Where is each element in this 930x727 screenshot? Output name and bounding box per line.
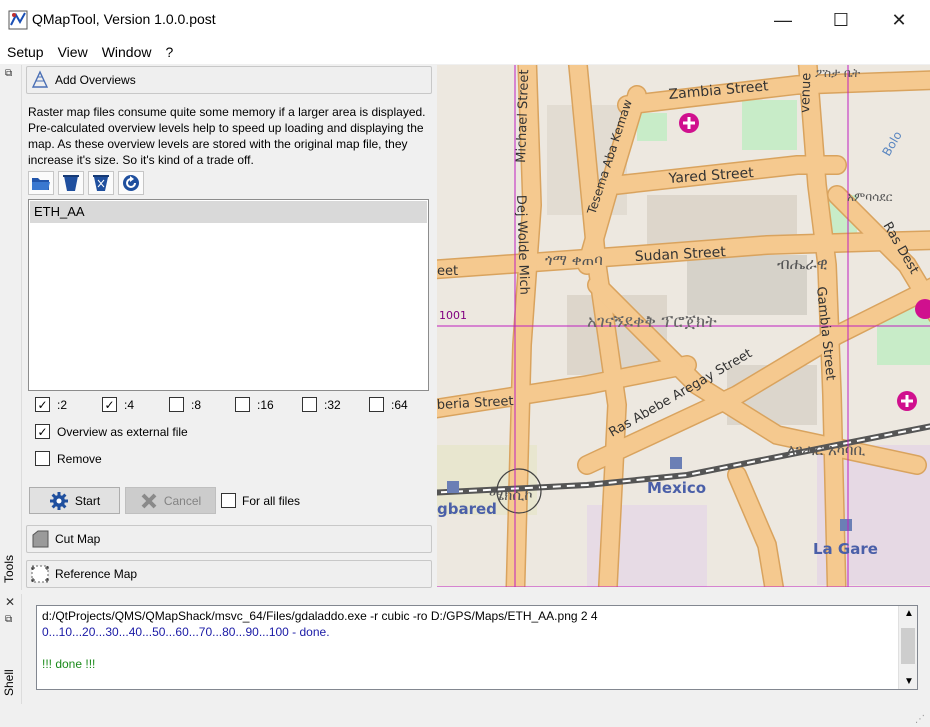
close-button[interactable]: ✕ <box>870 0 928 40</box>
start-button[interactable]: Start <box>29 487 120 514</box>
all-files-checkbox[interactable] <box>221 493 236 508</box>
resize-grip-icon[interactable]: ⋰ <box>915 714 925 725</box>
shell-scrollbar[interactable]: ▲ ▼ <box>898 606 917 689</box>
external-file-label: Overview as external file <box>57 425 188 439</box>
dock-float-icon[interactable]: ⧉ <box>5 614 12 625</box>
map-canvas[interactable]: 1001 Zambia Street Yared Street Sudan St… <box>437 65 930 587</box>
menu-help[interactable]: ? <box>158 44 180 60</box>
level-8-label: :8 <box>191 398 202 412</box>
grid-label: 1001 <box>439 309 467 322</box>
level-64-label: :64 <box>391 398 408 412</box>
remove-file-button[interactable] <box>58 171 84 195</box>
level-16-label: :16 <box>257 398 274 412</box>
menu-setup[interactable]: Setup <box>0 44 51 60</box>
app-icon <box>8 10 28 30</box>
remove-checkbox[interactable] <box>35 451 50 466</box>
menu-window[interactable]: Window <box>95 44 159 60</box>
street-label-venue: venue <box>798 72 814 113</box>
cancel-button[interactable]: Cancel <box>125 487 216 514</box>
shell-line: !!! done !!! <box>42 657 96 671</box>
place-label-gbared: gbared <box>437 500 497 518</box>
tools-dock-label: Tools <box>2 554 16 583</box>
reference-map-label: Reference Map <box>55 567 138 581</box>
start-label: Start <box>74 493 101 508</box>
menu-view[interactable]: View <box>51 44 95 60</box>
trash-all-icon <box>93 175 109 191</box>
list-item[interactable]: ETH_AA <box>30 201 427 223</box>
tool-header-reference-map[interactable]: Reference Map <box>26 560 432 588</box>
map-view[interactable]: 1001 Zambia Street Yared Street Sudan St… <box>437 65 930 587</box>
overview-pyramid-icon <box>29 69 51 91</box>
amharic-label-bihere: ብሔራዊ <box>777 254 828 273</box>
tools-dock-rail: ⧉ Tools <box>0 65 22 590</box>
remove-label: Remove <box>57 452 102 466</box>
place-label-mexico: Mexico <box>647 479 706 497</box>
cancel-x-icon <box>141 493 157 508</box>
level-4-checkbox[interactable]: ✓ <box>102 397 117 412</box>
level-64-checkbox[interactable] <box>369 397 384 412</box>
amharic-label-projects: አገናኝደቀቅ ፕሮጀክት <box>587 312 717 332</box>
level-32-label: :32 <box>324 398 341 412</box>
scroll-down-icon[interactable]: ▼ <box>904 676 914 687</box>
file-list[interactable]: ETH_AA <box>28 199 429 391</box>
place-label-la-gare: La Gare <box>813 540 878 558</box>
amharic-label-sudan: ጎማ ቀጠባ <box>545 251 603 269</box>
cut-map-icon <box>29 528 51 550</box>
reload-button[interactable] <box>118 171 144 195</box>
menu-bar: Setup View Window ? <box>0 40 930 64</box>
scroll-up-icon[interactable]: ▲ <box>904 608 914 619</box>
maximize-button[interactable]: ☐ <box>812 0 870 40</box>
scroll-thumb[interactable] <box>901 628 915 664</box>
all-files-label: For all files <box>242 494 301 508</box>
shell-output[interactable]: d:/QtProjects/QMS/QMapShack/msvc_64/File… <box>36 605 918 690</box>
level-8-checkbox[interactable] <box>169 397 184 412</box>
window-title: QMapTool, Version 1.0.0.post <box>32 11 216 27</box>
overview-description: Raster map files consume quite some memo… <box>28 105 426 167</box>
dock-close-icon[interactable]: ✕ <box>5 595 15 609</box>
dock-float-icon[interactable]: ⧉ <box>5 68 12 79</box>
amharic-label-lideta: ለገሓር አካባቢ <box>787 441 866 459</box>
shell-line: d:/QtProjects/QMS/QMapShack/msvc_64/File… <box>42 609 598 623</box>
level-4-label: :4 <box>124 398 135 412</box>
level-32-checkbox[interactable] <box>302 397 317 412</box>
title-bar: QMapTool, Version 1.0.0.post — ☐ ✕ <box>0 0 930 40</box>
external-file-checkbox[interactable]: ✓ <box>35 424 50 439</box>
folder-icon <box>32 178 50 190</box>
reference-grid-icon <box>29 563 51 585</box>
shell-dock-label: Shell <box>2 669 16 696</box>
shell-line: 0...10...20...30...40...50...60...70...8… <box>42 625 330 639</box>
clear-list-button[interactable] <box>88 171 114 195</box>
cut-map-label: Cut Map <box>55 532 101 546</box>
tool-header-cut-map[interactable]: Cut Map <box>26 525 432 553</box>
gear-icon <box>49 491 68 510</box>
amharic-label-amba: አምባሳደር <box>847 190 893 204</box>
cancel-label: Cancel <box>163 493 202 508</box>
level-16-checkbox[interactable] <box>235 397 250 412</box>
tool-header-label: Add Overviews <box>55 73 136 87</box>
refresh-icon <box>123 175 139 191</box>
shell-dock-rail: ✕ ⧉ Shell <box>0 594 22 704</box>
trash-icon <box>63 175 79 191</box>
street-label-eet: eet <box>437 264 458 279</box>
minimize-button[interactable]: — <box>754 0 812 40</box>
amharic-label-top: ፖስታ ቤት <box>815 66 860 80</box>
level-2-checkbox[interactable]: ✓ <box>35 397 50 412</box>
open-file-button[interactable] <box>28 171 54 195</box>
tool-header-add-overviews[interactable]: Add Overviews <box>26 66 432 94</box>
level-2-label: :2 <box>57 398 68 412</box>
